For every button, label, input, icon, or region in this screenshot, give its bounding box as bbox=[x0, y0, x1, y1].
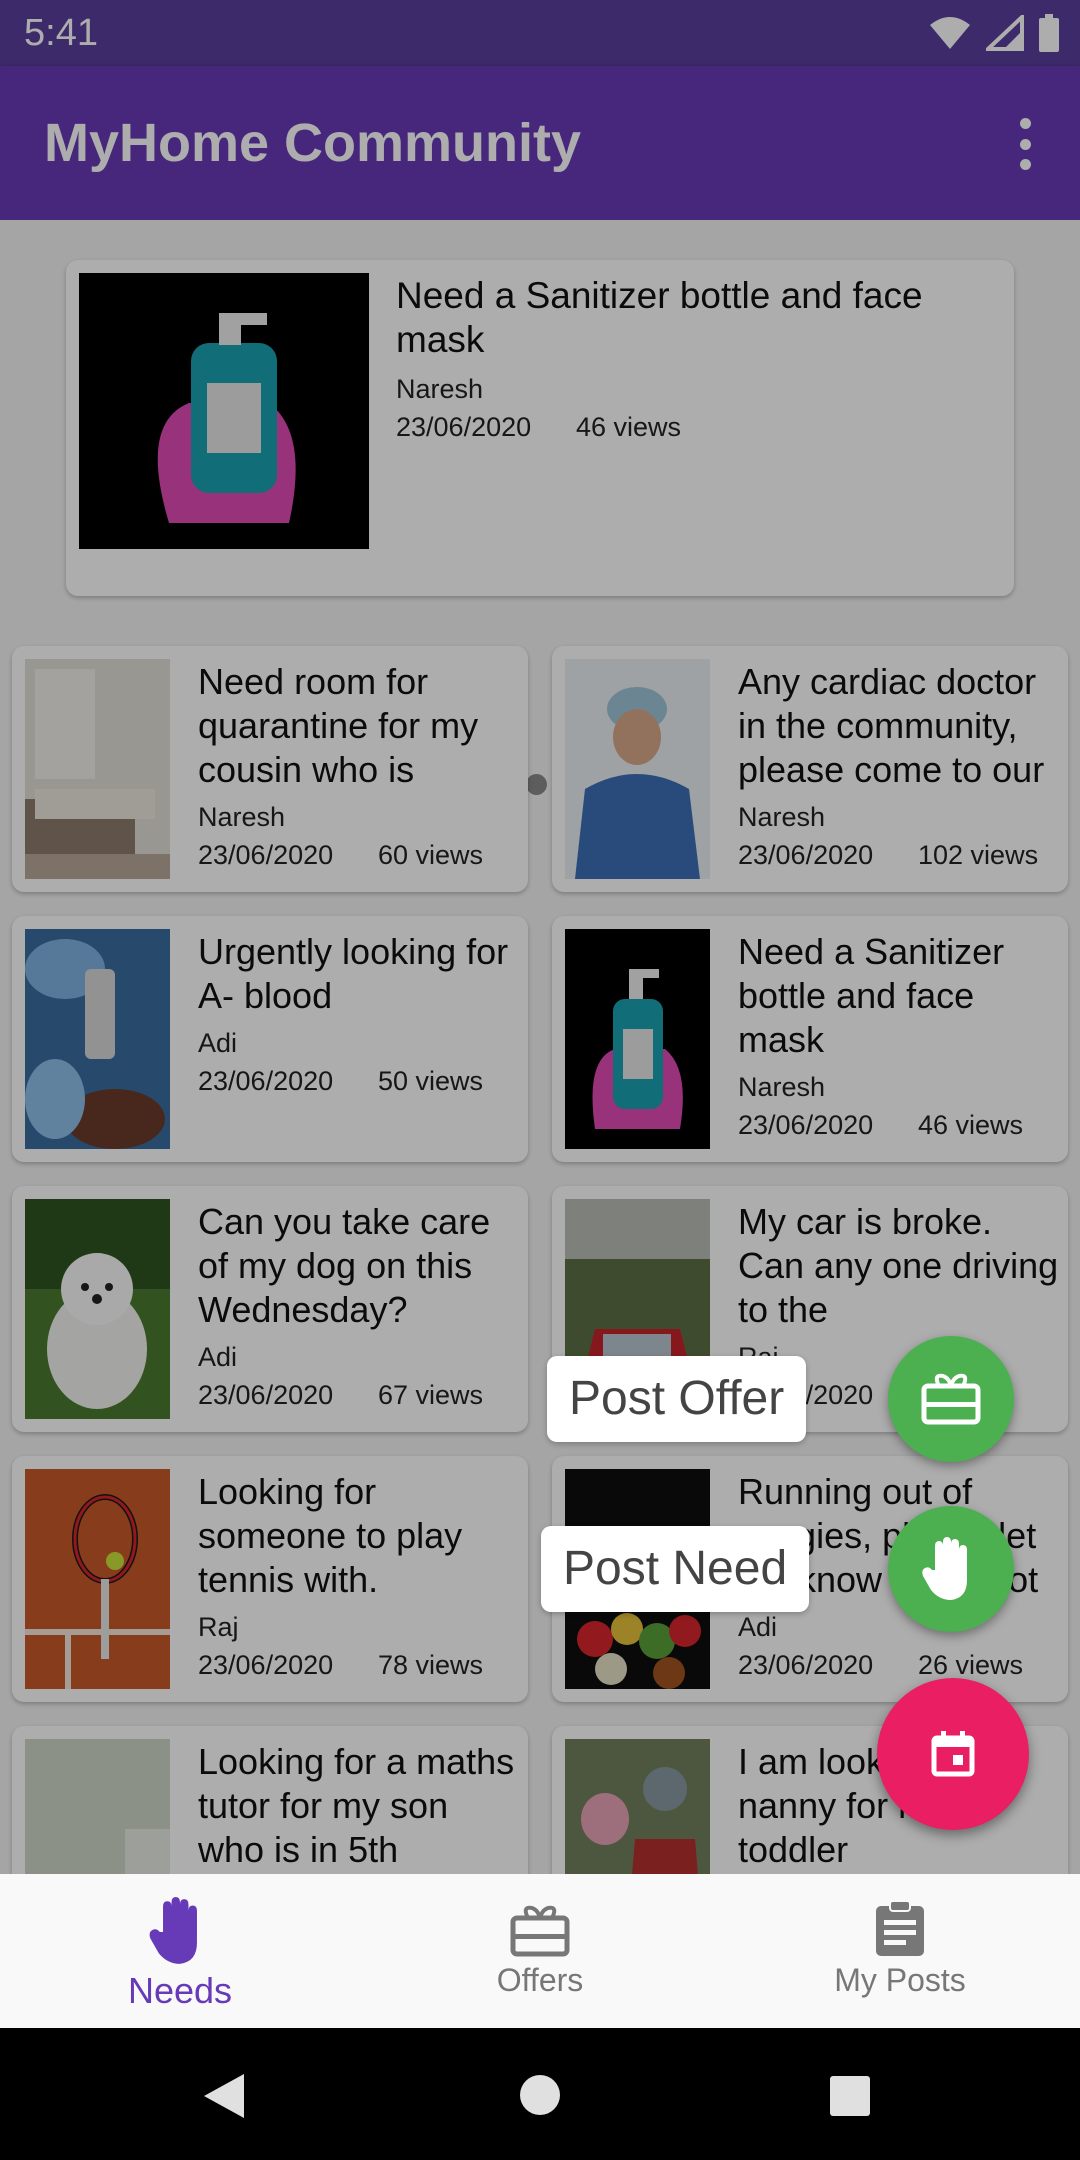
post-title: Urgently looking for A- blood bbox=[198, 931, 509, 1016]
post-need-button[interactable] bbox=[888, 1506, 1014, 1632]
post-date: 23/06/2020 bbox=[738, 1650, 874, 1680]
featured-date: 23/06/2020 bbox=[396, 412, 532, 442]
featured-author: Naresh bbox=[396, 374, 484, 404]
post-image bbox=[565, 929, 710, 1149]
post-card[interactable]: Need room for quarantine for my cousin w… bbox=[12, 646, 528, 892]
nav-my-posts[interactable]: My Posts bbox=[720, 1874, 1080, 2028]
overflow-menu-icon[interactable] bbox=[1010, 118, 1040, 170]
hand-icon bbox=[922, 1537, 967, 1600]
post-title: Looking for a maths tutor for my son who… bbox=[198, 1741, 515, 1870]
system-navigation-bar bbox=[0, 2028, 1080, 2160]
post-card[interactable]: Can you take care of my dog on this Wedn… bbox=[12, 1186, 528, 1432]
post-title: Need room for quarantine for my cousin w… bbox=[198, 661, 479, 790]
post-title: Need a Sanitizer bottle and face mask bbox=[738, 931, 1005, 1060]
post-card[interactable]: Looking for a maths tutor for my son who… bbox=[12, 1726, 528, 1874]
post-author: Naresh bbox=[738, 802, 826, 832]
post-need-label[interactable]: Post Need bbox=[541, 1526, 810, 1612]
recents-icon[interactable] bbox=[830, 2076, 870, 2116]
post-views: 78 views bbox=[378, 1650, 484, 1680]
status-icons bbox=[928, 14, 1060, 52]
nav-offers[interactable]: Offers bbox=[360, 1874, 720, 2028]
needs-feed[interactable]: Need a Sanitizer bottle and face mask Na… bbox=[0, 220, 1080, 1874]
post-image bbox=[25, 929, 170, 1149]
nav-needs[interactable]: Needs bbox=[0, 1874, 360, 2028]
featured-card[interactable]: Need a Sanitizer bottle and face mask Na… bbox=[66, 260, 1014, 596]
post-date: 23/06/2020 bbox=[198, 1066, 334, 1096]
status-bar: 5:41 bbox=[0, 0, 1080, 66]
clipboard-icon bbox=[876, 1900, 924, 1956]
app-bar: MyHome Community bbox=[0, 66, 1080, 220]
post-date: 23/06/2020 bbox=[198, 1380, 334, 1410]
post-author: Naresh bbox=[198, 802, 286, 832]
wifi-icon bbox=[930, 17, 970, 49]
post-image bbox=[25, 659, 170, 879]
post-views: 67 views bbox=[378, 1380, 484, 1410]
post-title: Looking for someone to play tennis with. bbox=[198, 1471, 463, 1600]
gift-card-icon bbox=[921, 1373, 981, 1425]
bottom-navigation: Needs Offers My Posts bbox=[0, 1874, 1080, 2028]
post-views: 50 views bbox=[378, 1066, 484, 1096]
post-card[interactable]: Any cardiac doctor in the community, ple… bbox=[552, 646, 1068, 892]
carousel-dot[interactable] bbox=[526, 774, 547, 795]
post-title: Can you take care of my dog on this Wedn… bbox=[198, 1201, 491, 1330]
post-card[interactable]: Looking for someone to play tennis with.… bbox=[12, 1456, 528, 1702]
post-views: 46 views bbox=[918, 1110, 1024, 1140]
post-author: Adi bbox=[198, 1028, 238, 1058]
featured-image bbox=[79, 273, 369, 549]
gift-card-icon bbox=[510, 1905, 570, 1957]
hand-icon bbox=[149, 1897, 197, 1964]
post-card[interactable]: Urgently looking for A- blood Adi 23/06/… bbox=[12, 916, 528, 1162]
post-title: My car is broke. Can any one driving to … bbox=[738, 1201, 1059, 1330]
home-icon[interactable] bbox=[519, 2074, 561, 2116]
post-offer-label[interactable]: Post Offer bbox=[547, 1356, 807, 1442]
nav-my-posts-label: My Posts bbox=[834, 1962, 966, 1998]
post-image bbox=[25, 1469, 170, 1689]
post-date: 23/06/2020 bbox=[738, 840, 874, 870]
calendar-icon bbox=[931, 1731, 975, 1777]
signal-icon bbox=[986, 15, 1024, 51]
post-image bbox=[25, 1199, 170, 1419]
post-image bbox=[565, 659, 710, 879]
status-time: 5:41 bbox=[24, 12, 98, 54]
main-fab-button[interactable] bbox=[877, 1678, 1029, 1830]
featured-views: 46 views bbox=[576, 412, 682, 442]
post-offer-button[interactable] bbox=[888, 1336, 1014, 1462]
post-title: Any cardiac doctor in the community, ple… bbox=[738, 661, 1045, 790]
post-author: Raj bbox=[198, 1612, 239, 1642]
post-views: 26 views bbox=[918, 1650, 1024, 1680]
nav-offers-label: Offers bbox=[496, 1962, 584, 1998]
post-author: Adi bbox=[198, 1342, 238, 1372]
post-date: 23/06/2020 bbox=[738, 1110, 874, 1140]
post-date: 23/06/2020 bbox=[198, 1650, 334, 1680]
post-author: Adi bbox=[738, 1612, 778, 1642]
battery-icon bbox=[1039, 14, 1059, 52]
post-views: 60 views bbox=[378, 840, 484, 870]
post-date: 23/06/2020 bbox=[198, 840, 334, 870]
featured-title: Need a Sanitizer bottle and face mask bbox=[396, 275, 923, 360]
post-image bbox=[565, 1739, 710, 1874]
post-views: 102 views bbox=[918, 840, 1039, 870]
post-author: Naresh bbox=[738, 1072, 826, 1102]
back-icon[interactable] bbox=[200, 2072, 246, 2120]
nav-needs-label: Needs bbox=[127, 1970, 233, 2011]
post-card[interactable]: Need a Sanitizer bottle and face mask Na… bbox=[552, 916, 1068, 1162]
post-image bbox=[25, 1739, 170, 1874]
app-title: MyHome Community bbox=[44, 113, 582, 173]
